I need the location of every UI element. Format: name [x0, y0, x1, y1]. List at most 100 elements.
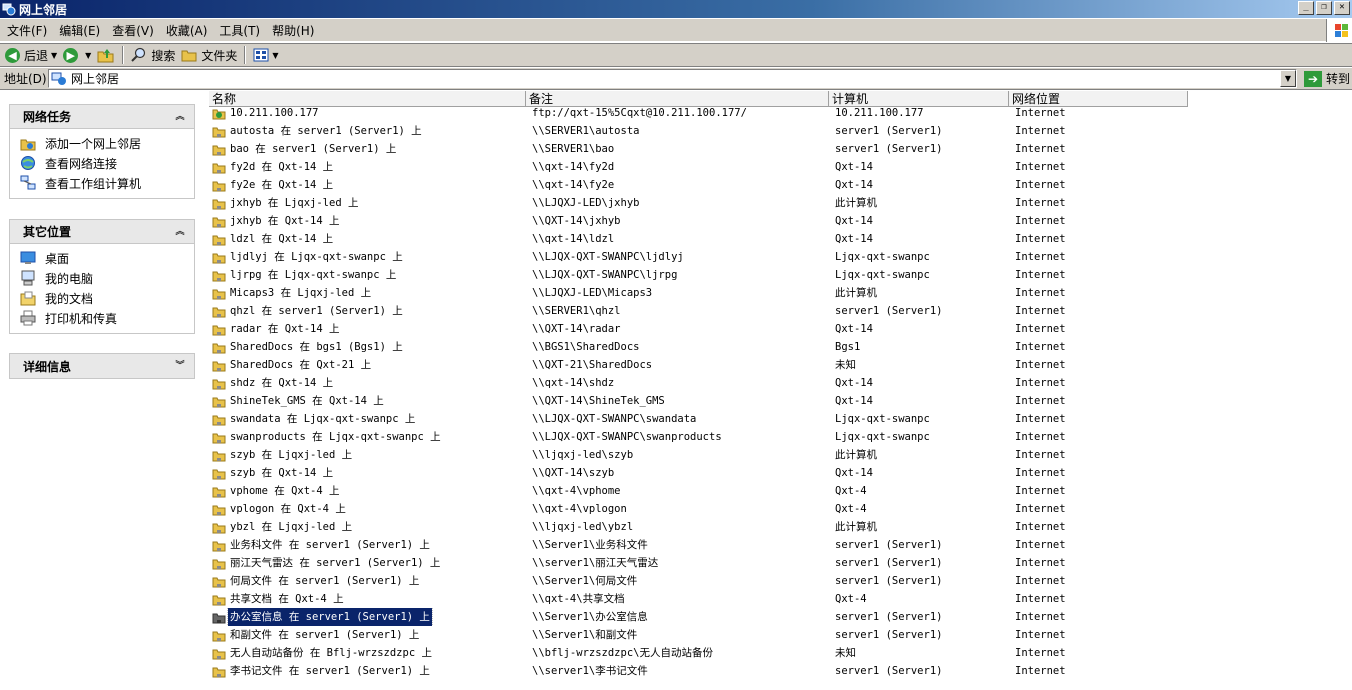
list-item[interactable]: jxhyb 在 Qxt-14 上 \\QXT-14\jxhyb Qxt-14 Inte…: [206, 212, 1352, 230]
address-dropdown-icon[interactable]: ▼: [1280, 70, 1296, 87]
item-name[interactable]: SharedDocs 在 bgs1 (Bgs1) 上: [228, 338, 405, 356]
list-item[interactable]: 何局文件 在 server1 (Server1) 上 \\Server1\何局文件…: [206, 572, 1352, 590]
list-item[interactable]: fy2d 在 Qxt-14 上 \\qxt-14\fy2d Qxt-14 Intern…: [206, 158, 1352, 176]
item-name[interactable]: ybzl 在 Ljqxj-led 上: [228, 518, 354, 536]
item-name[interactable]: 和副文件 在 server1 (Server1) 上: [228, 626, 421, 644]
list-item[interactable]: SharedDocs 在 Qxt-21 上 \\QXT-21\SharedDocs…: [206, 356, 1352, 374]
menu-edit[interactable]: 编辑(E): [54, 22, 105, 39]
my-computer-link[interactable]: 我的电脑: [20, 268, 194, 288]
list-item[interactable]: SharedDocs 在 bgs1 (Bgs1) 上 \\BGS1\SharedD…: [206, 338, 1352, 356]
add-network-place-link[interactable]: 添加一个网上邻居: [20, 133, 194, 153]
list-item[interactable]: 业务科文件 在 server1 (Server1) 上 \\Server1\业务科…: [206, 536, 1352, 554]
list-item[interactable]: 李书记文件 在 server1 (Server1) 上 \\server1\李书记…: [206, 662, 1352, 680]
file-list[interactable]: 名称 备注 计算机 网络位置 10.211.100.177 ftp://qxt-1…: [206, 91, 1352, 690]
list-item[interactable]: ljdlyj 在 Ljqx-qxt-swanpc 上 \\LJQX-QXT-SWA…: [206, 248, 1352, 266]
item-name[interactable]: bao 在 server1 (Server1) 上: [228, 140, 398, 158]
list-item[interactable]: vplogon 在 Qxt-4 上 \\qxt-4\vplogon Qxt-4 Int…: [206, 500, 1352, 518]
desktop-link[interactable]: 桌面: [20, 248, 194, 268]
details-header[interactable]: 详细信息 ︾: [10, 354, 194, 378]
list-item[interactable]: szyb 在 Qxt-14 上 \\QXT-14\szyb Qxt-14 Intern…: [206, 464, 1352, 482]
menu-help[interactable]: 帮助(H): [267, 22, 319, 39]
item-name[interactable]: ljrpg 在 Ljqx-qxt-swanpc 上: [228, 266, 398, 284]
menu-favorites[interactable]: 收藏(A): [161, 22, 213, 39]
list-item[interactable]: shdz 在 Qxt-14 上 \\qxt-14\shdz Qxt-14 Intern…: [206, 374, 1352, 392]
item-name[interactable]: 业务科文件 在 server1 (Server1) 上: [228, 536, 432, 554]
list-item[interactable]: ybzl 在 Ljqxj-led 上 \\ljqxj-led\ybzl 此计算机 In…: [206, 518, 1352, 536]
my-documents-link[interactable]: 我的文档: [20, 288, 194, 308]
forward-button[interactable]: ▶ ▼: [60, 45, 94, 65]
restore-button[interactable]: ❐: [1316, 1, 1332, 15]
up-folder-button[interactable]: [94, 45, 118, 65]
list-item[interactable]: ljrpg 在 Ljqx-qxt-swanpc 上 \\LJQX-QXT-SWAN…: [206, 266, 1352, 284]
forward-dropdown-icon[interactable]: ▼: [85, 51, 91, 60]
list-item[interactable]: swandata 在 Ljqx-qxt-swanpc 上 \\LJQX-QXT-S…: [206, 410, 1352, 428]
go-button[interactable]: ➔ 转到: [1304, 70, 1350, 87]
view-workgroup-computers-link[interactable]: 查看工作组计算机: [20, 173, 194, 193]
menu-view[interactable]: 查看(V): [107, 22, 159, 39]
list-item[interactable]: qhzl 在 server1 (Server1) 上 \\SERVER1\qhzl…: [206, 302, 1352, 320]
address-input[interactable]: 网上邻居 ▼: [48, 69, 1297, 88]
item-name[interactable]: qhzl 在 server1 (Server1) 上: [228, 302, 405, 320]
item-name[interactable]: vphome 在 Qxt-4 上: [228, 482, 342, 500]
list-item[interactable]: fy2e 在 Qxt-14 上 \\qxt-14\fy2e Qxt-14 Intern…: [206, 176, 1352, 194]
item-name[interactable]: ljdlyj 在 Ljqx-qxt-swanpc 上: [228, 248, 405, 266]
item-name[interactable]: 10.211.100.177: [228, 104, 321, 122]
menu-file[interactable]: 文件(F): [2, 22, 52, 39]
list-item[interactable]: 和副文件 在 server1 (Server1) 上 \\Server1\和副文件…: [206, 626, 1352, 644]
item-name[interactable]: 何局文件 在 server1 (Server1) 上: [228, 572, 421, 590]
back-button[interactable]: ◀ 后退 ▼: [2, 45, 60, 65]
close-button[interactable]: ✕: [1334, 1, 1350, 15]
minimize-button[interactable]: _: [1298, 1, 1314, 15]
list-item[interactable]: szyb 在 Ljqxj-led 上 \\ljqxj-led\szyb 此计算机 In…: [206, 446, 1352, 464]
item-name[interactable]: vplogon 在 Qxt-4 上: [228, 500, 348, 518]
list-item[interactable]: radar 在 Qxt-14 上 \\QXT-14\radar Qxt-14 Inte…: [206, 320, 1352, 338]
item-name[interactable]: shdz 在 Qxt-14 上: [228, 374, 335, 392]
item-name[interactable]: SharedDocs 在 Qxt-21 上: [228, 356, 373, 374]
title-bar[interactable]: 网上邻居 _ ❐ ✕: [0, 0, 1352, 18]
view-network-connections-link[interactable]: 查看网络连接: [20, 153, 194, 173]
list-item[interactable]: ShineTek_GMS 在 Qxt-14 上 \\QXT-14\ShineTek…: [206, 392, 1352, 410]
item-name[interactable]: ldzl 在 Qxt-14 上: [228, 230, 335, 248]
printers-and-faxes-link[interactable]: 打印机和传真: [20, 308, 194, 328]
item-name[interactable]: fy2e 在 Qxt-14 上: [228, 176, 335, 194]
list-item[interactable]: vphome 在 Qxt-4 上 \\qxt-4\vphome Qxt-4 Inter…: [206, 482, 1352, 500]
list-item[interactable]: 无人自动站备份 在 Bflj-wrzszdzpc 上 \\bflj-wrzszdz…: [206, 644, 1352, 662]
computer-cell: 此计算机: [835, 449, 877, 461]
item-name[interactable]: swandata 在 Ljqx-qxt-swanpc 上: [228, 410, 417, 428]
list-item[interactable]: jxhyb 在 Ljqxj-led 上 \\LJQXJ-LED\jxhyb 此计算机…: [206, 194, 1352, 212]
item-name[interactable]: 丽江天气雷达 在 server1 (Server1) 上: [228, 554, 442, 572]
item-name[interactable]: 共享文档 在 Qxt-4 上: [228, 590, 346, 608]
search-button[interactable]: 搜索: [128, 45, 178, 65]
list-item[interactable]: 共享文档 在 Qxt-4 上 \\qxt-4\共享文档 Qxt-4 Internet: [206, 590, 1352, 608]
item-name[interactable]: swanproducts 在 Ljqx-qxt-swanpc 上: [228, 428, 443, 446]
back-dropdown-icon[interactable]: ▼: [51, 51, 57, 60]
item-name[interactable]: autosta 在 server1 (Server1) 上: [228, 122, 424, 140]
list-item[interactable]: Micaps3 在 Ljqxj-led 上 \\LJQXJ-LED\Micaps3…: [206, 284, 1352, 302]
list-item[interactable]: bao 在 server1 (Server1) 上 \\SERVER1\bao se…: [206, 140, 1352, 158]
item-name[interactable]: 无人自动站备份 在 Bflj-wrzszdzpc 上: [228, 644, 434, 662]
item-name[interactable]: fy2d 在 Qxt-14 上: [228, 158, 335, 176]
item-name[interactable]: ShineTek_GMS 在 Qxt-14 上: [228, 392, 386, 410]
other-places-header[interactable]: 其它位置 ︽: [10, 220, 194, 244]
item-name[interactable]: jxhyb 在 Ljqxj-led 上: [228, 194, 360, 212]
list-item[interactable]: 丽江天气雷达 在 server1 (Server1) 上 \\server1\丽江…: [206, 554, 1352, 572]
item-name[interactable]: radar 在 Qxt-14 上: [228, 320, 342, 338]
item-name[interactable]: jxhyb 在 Qxt-14 上: [228, 212, 342, 230]
views-button[interactable]: ▼: [250, 45, 281, 65]
list-item[interactable]: swanproducts 在 Ljqx-qxt-swanpc 上 \\LJQX-Q…: [206, 428, 1352, 446]
expand-icon[interactable]: ︾: [174, 360, 186, 372]
item-name[interactable]: Micaps3 在 Ljqxj-led 上: [228, 284, 373, 302]
collapse-icon[interactable]: ︽: [174, 111, 186, 123]
item-name[interactable]: szyb 在 Ljqxj-led 上: [228, 446, 354, 464]
item-name[interactable]: 李书记文件 在 server1 (Server1) 上: [228, 662, 432, 680]
item-name[interactable]: 办公室信息 在 server1 (Server1) 上: [227, 608, 433, 626]
item-name[interactable]: szyb 在 Qxt-14 上: [228, 464, 335, 482]
folders-button[interactable]: 文件夹: [178, 45, 240, 65]
collapse-icon[interactable]: ︽: [174, 226, 186, 238]
network-tasks-header[interactable]: 网络任务 ︽: [10, 105, 194, 129]
list-item[interactable]: 10.211.100.177 ftp://qxt-15%5Cqxt@10.211.…: [206, 104, 1352, 122]
list-item[interactable]: autosta 在 server1 (Server1) 上 \\SERVER1\a…: [206, 122, 1352, 140]
list-item[interactable]: ldzl 在 Qxt-14 上 \\qxt-14\ldzl Qxt-14 Intern…: [206, 230, 1352, 248]
list-item[interactable]: 办公室信息 在 server1 (Server1) 上 \\Server1\办公室…: [206, 608, 1352, 626]
menu-tools[interactable]: 工具(T): [214, 22, 265, 39]
